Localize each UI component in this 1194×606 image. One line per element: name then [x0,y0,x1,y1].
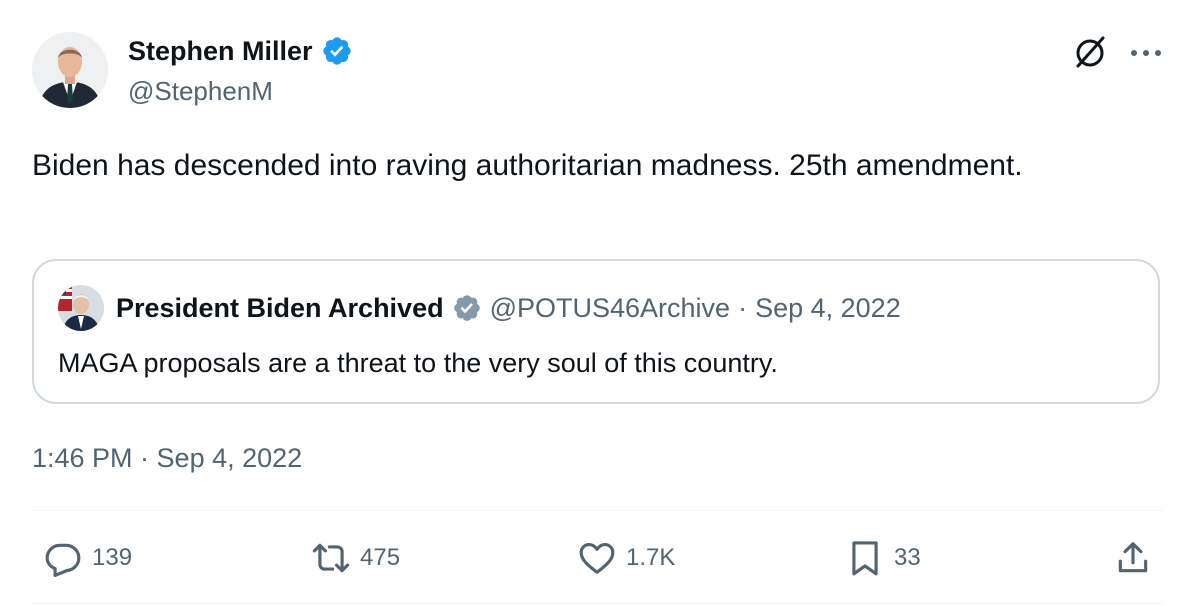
grok-icon[interactable] [1072,34,1108,70]
like-button[interactable]: 1.7K [578,536,675,580]
repost-icon [312,543,350,573]
reply-button[interactable]: 139 [44,536,132,580]
verified-badge-icon [322,37,351,65]
quoted-header: President Biden Archived @POTUS46Archive… [116,291,901,325]
tweet-text: Biden has descended into raving authorit… [32,149,1023,182]
share-button[interactable] [1114,536,1152,580]
bookmark-icon [852,541,878,576]
author-handle[interactable]: @StephenM [128,74,273,108]
repost-button[interactable]: 475 [312,536,400,580]
divider-top [32,510,1162,511]
quoted-author-avatar[interactable] [58,285,104,331]
gov-verified-badge-icon [453,295,480,321]
like-count: 1.7K [626,544,676,571]
repost-count: 475 [360,544,401,571]
author-name[interactable]: Stephen Miller [128,34,313,68]
quoted-date[interactable]: Sep 4, 2022 [755,291,901,325]
quoted-separator: · [738,293,748,323]
divider-bottom [32,603,1162,604]
quoted-tweet-text: MAGA proposals are a threat to the very … [58,348,778,378]
reply-icon [45,543,81,577]
share-icon [1118,542,1148,573]
quoted-tweet-card[interactable]: President Biden Archived @POTUS46Archive… [32,259,1160,404]
author-avatar[interactable] [32,32,108,108]
quoted-author-name[interactable]: President Biden Archived [116,291,444,325]
reply-count: 139 [92,544,133,571]
more-options-icon[interactable] [1126,34,1166,70]
bookmark-count: 33 [894,544,921,571]
bookmark-button[interactable]: 33 [846,536,921,580]
quoted-author-handle[interactable]: @POTUS46Archive [490,291,730,325]
author-name-row[interactable]: Stephen Miller [128,34,353,68]
like-icon [579,542,615,574]
tweet-timestamp[interactable]: 1:46 PM · Sep 4, 2022 [32,440,302,476]
